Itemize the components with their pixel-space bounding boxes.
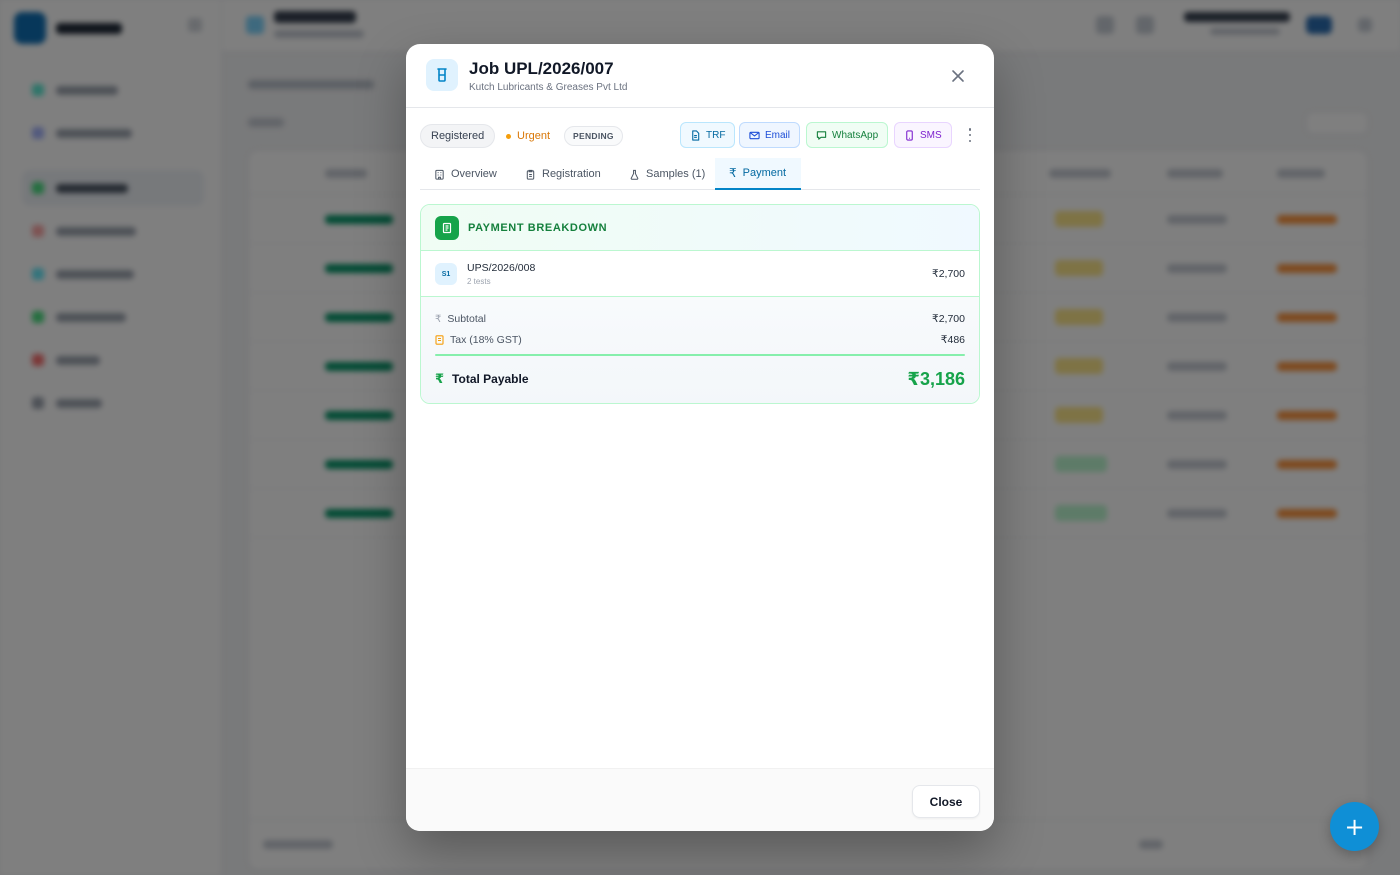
tax-label: Tax (18% GST) (450, 334, 522, 346)
modal-tabs: Overview Registration Samples (1) ₹ Paym… (420, 158, 980, 190)
tax-receipt-icon (435, 335, 444, 345)
sms-button-label: SMS (920, 129, 942, 141)
building-icon (435, 169, 444, 180)
whatsapp-button[interactable]: WhatsApp (806, 122, 889, 148)
trf-button-label: TRF (706, 129, 726, 141)
payment-breakdown-header: PAYMENT BREAKDOWN (421, 205, 979, 251)
close-button[interactable]: Close (912, 785, 980, 818)
clipboard-icon (526, 169, 535, 180)
whatsapp-button-label: WhatsApp (832, 129, 879, 141)
tab-overview-label: Overview (451, 168, 497, 180)
tab-samples[interactable]: Samples (1) (615, 158, 719, 190)
more-options-icon[interactable] (966, 128, 974, 142)
flask-icon (630, 169, 639, 180)
tab-registration-label: Registration (542, 168, 601, 180)
document-icon (692, 129, 700, 141)
tab-payment[interactable]: ₹ Payment (715, 158, 801, 190)
subtotal-label: Subtotal (447, 313, 486, 325)
receipt-icon (435, 215, 459, 240)
payment-totals: ₹ Subtotal ₹2,700 Tax (18% GST) ₹486 ₹ T… (421, 297, 979, 403)
subtotal-value: ₹2,700 (932, 313, 965, 325)
close-icon[interactable] (948, 66, 968, 86)
total-label: Total Payable (452, 372, 529, 386)
job-details-modal: Job UPL/2026/007 Kutch Lubricants & Grea… (406, 44, 994, 831)
phone-icon (906, 129, 913, 141)
payment-status-badge: PENDING (564, 126, 623, 146)
total-value: ₹3,186 (907, 368, 965, 389)
tab-payment-label: Payment (742, 167, 787, 179)
subtotal-row: ₹ Subtotal ₹2,700 (435, 311, 965, 327)
status-badge: Registered (420, 124, 496, 148)
total-row: ₹ Total Payable ₹3,186 (435, 367, 965, 391)
totals-divider (435, 354, 965, 356)
sample-badge: S1 (435, 263, 457, 285)
modal-toolbar: Registered Urgent PENDING TRF Email What… (420, 122, 980, 150)
tab-overview[interactable]: Overview (420, 158, 511, 190)
tab-samples-label: Samples (1) (646, 168, 706, 180)
rupee-icon: ₹ (435, 371, 445, 387)
modal-title: Job UPL/2026/007 (469, 59, 614, 78)
rupee-icon: ₹ (435, 313, 442, 325)
modal-subtitle: Kutch Lubricants & Greases Pvt Ltd (469, 82, 628, 93)
list-item: S1 UPS/2026/008 2 tests ₹2,700 (421, 251, 979, 297)
trf-button[interactable]: TRF (680, 122, 736, 148)
priority-badge: Urgent (506, 124, 550, 148)
payment-breakdown-card: PAYMENT BREAKDOWN S1 UPS/2026/008 2 test… (420, 204, 980, 404)
sms-button[interactable]: SMS (894, 122, 952, 148)
payment-breakdown-title: PAYMENT BREAKDOWN (468, 221, 608, 234)
email-button[interactable]: Email (739, 122, 801, 148)
chat-bubble-icon (816, 130, 827, 140)
modal-header: Job UPL/2026/007 Kutch Lubricants & Grea… (406, 44, 994, 108)
tab-registration[interactable]: Registration (511, 158, 615, 190)
add-fab-button[interactable]: + (1330, 802, 1379, 851)
rupee-icon: ₹ (729, 166, 737, 180)
sample-code: UPS/2026/008 (467, 262, 536, 274)
beaker-icon (426, 59, 458, 91)
tax-row: Tax (18% GST) ₹486 (435, 332, 965, 348)
plus-icon: + (1344, 812, 1365, 841)
modal-footer: Close (406, 768, 994, 831)
email-button-label: Email (765, 129, 791, 141)
dot-icon (506, 133, 511, 139)
mail-icon (749, 131, 760, 139)
priority-label: Urgent (517, 130, 551, 142)
sample-test-count: 2 tests (467, 277, 491, 286)
tax-value: ₹486 (940, 334, 965, 346)
sample-amount: ₹2,700 (932, 268, 965, 280)
